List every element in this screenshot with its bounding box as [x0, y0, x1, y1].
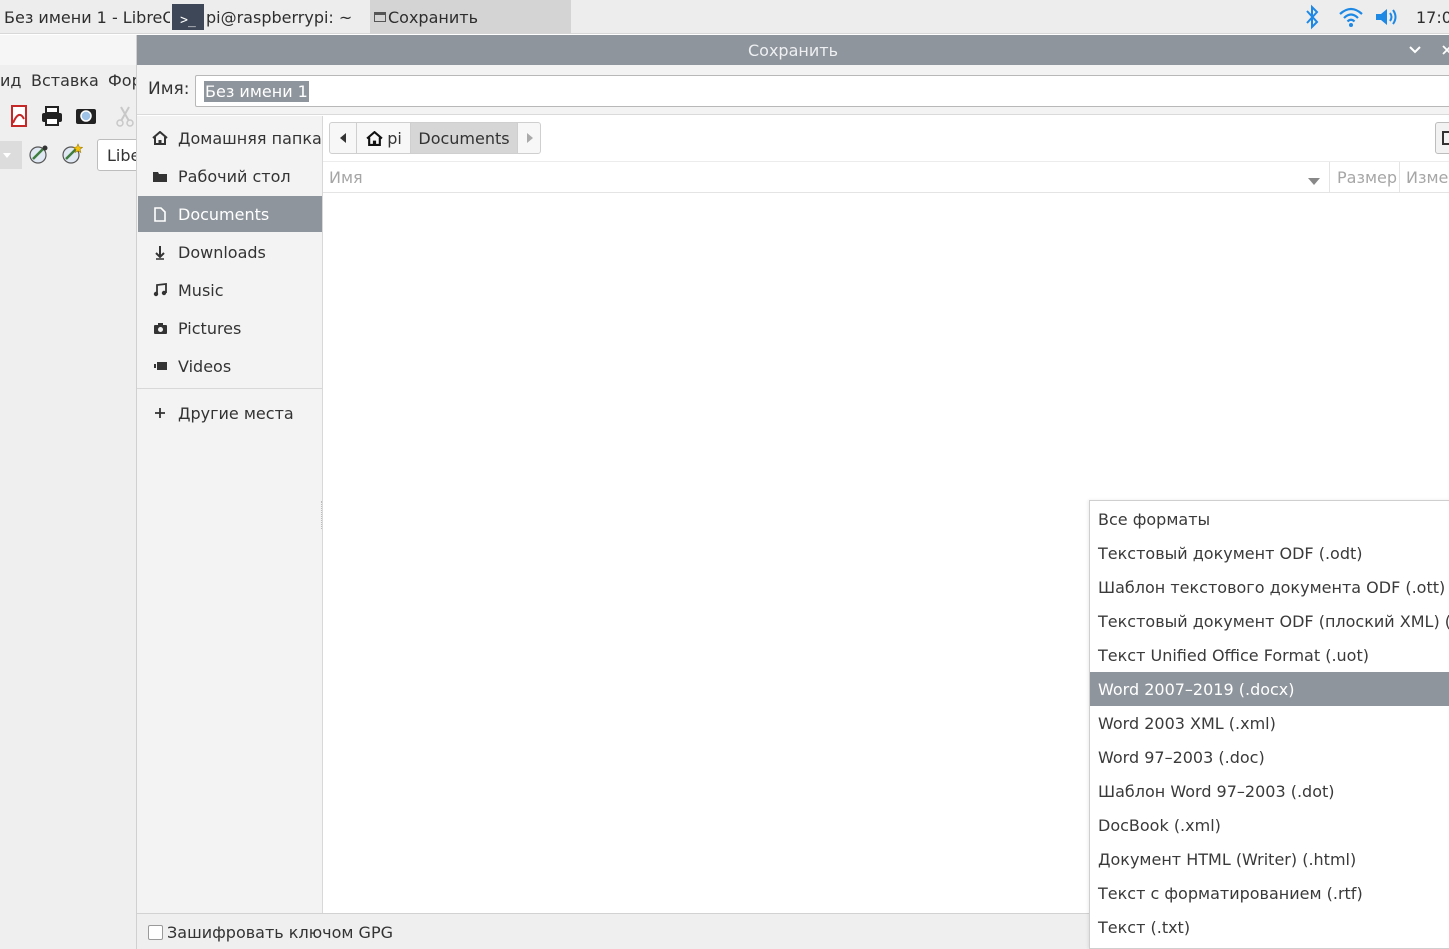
sidebar-item-videos[interactable]: Videos [138, 348, 322, 384]
format-option[interactable]: DocBook (.xml) [1090, 808, 1449, 842]
file-list-header: Имя Размер Измен [323, 161, 1449, 193]
home-icon [366, 130, 383, 146]
home-icon [152, 130, 168, 146]
taskbar-item-label: pi@raspberrypi: ~ [206, 7, 353, 27]
sidebar-item-label: Другие места [178, 403, 294, 423]
path-home-label: pi [387, 128, 402, 148]
menu-item-insert[interactable]: Вставка [31, 71, 99, 90]
sidebar-item-home[interactable]: Домашняя папка [138, 120, 322, 156]
column-header-modified[interactable]: Измен [1399, 162, 1449, 193]
document-icon [152, 206, 168, 222]
print-preview-icon[interactable] [74, 104, 98, 128]
terminal-icon: >_ [172, 4, 204, 30]
folder-icon [152, 168, 168, 184]
sidebar-item-music[interactable]: Music [138, 272, 322, 308]
filename-value: Без имени 1 [204, 81, 309, 102]
column-header-name[interactable]: Имя [329, 168, 363, 187]
sort-descending-icon[interactable] [1308, 171, 1320, 190]
filename-row: Имя: Без имени 1 [137, 65, 1449, 115]
chevron-down-icon[interactable] [0, 141, 22, 169]
sidebar-item-label: Домашняя папка [178, 128, 322, 148]
new-folder-icon [1442, 131, 1449, 145]
path-bar: pi Documents [329, 122, 541, 154]
taskbar-item-libreoffice[interactable]: Без имени 1 - LibreOf... [0, 0, 170, 34]
format-option[interactable]: Текстовый документ ODF (плоский XML) (.f… [1090, 604, 1449, 638]
format-option[interactable]: Шаблон текстового документа ODF (.ott) [1090, 570, 1449, 604]
sidebar-item-label: Рабочий стол [178, 166, 291, 186]
sidebar-item-label: Videos [178, 356, 232, 376]
download-icon [152, 244, 168, 260]
taskbar-item-save-dialog[interactable]: Сохранить [370, 0, 571, 34]
gpg-encrypt-label[interactable]: Зашифровать ключом GPG [167, 923, 393, 942]
taskbar-item-label: Сохранить [388, 7, 478, 27]
update-style-icon[interactable] [27, 142, 51, 166]
dialog-title-bar[interactable]: Сохранить [137, 35, 1449, 65]
sidebar-item-label: Pictures [178, 318, 242, 338]
path-forward-button[interactable] [517, 123, 540, 153]
path-home-button[interactable]: pi [358, 123, 411, 153]
format-option[interactable]: Текст с форматированием (.rtf) [1090, 876, 1449, 910]
new-style-icon[interactable] [60, 142, 84, 166]
close-icon[interactable] [1437, 35, 1449, 65]
video-icon [152, 358, 168, 374]
paragraph-style-box[interactable]: Libe [97, 139, 136, 171]
filename-input[interactable]: Без имени 1 [195, 75, 1449, 107]
sidebar-item-pictures[interactable]: Pictures [138, 310, 322, 346]
places-sidebar: Домашняя папка Рабочий стол Documents Do… [137, 116, 323, 913]
sidebar-item-other-places[interactable]: Другие места [138, 395, 322, 431]
format-option[interactable]: Все форматы [1090, 502, 1449, 536]
cut-icon[interactable] [114, 104, 136, 128]
menu-item-format[interactable]: Фор [108, 71, 136, 90]
wifi-icon[interactable] [1336, 0, 1366, 34]
format-option[interactable]: Текстовый документ ODF (.odt) [1090, 536, 1449, 570]
menu-item-view[interactable]: ид [0, 71, 21, 90]
format-option[interactable]: Word 97–2003 (.doc) [1090, 740, 1449, 774]
camera-icon [152, 320, 168, 336]
path-back-button[interactable] [330, 123, 357, 153]
background-writer-window: ид Вставка Фор Libe [0, 35, 137, 949]
format-option-selected[interactable]: Word 2007–2019 (.docx) [1090, 672, 1449, 706]
new-folder-button[interactable] [1435, 122, 1449, 154]
format-option[interactable]: Текст (.txt) [1090, 910, 1449, 944]
taskbar-item-terminal[interactable]: >_ pi@raspberrypi: ~ [172, 0, 368, 34]
pane-resize-handle[interactable] [321, 501, 324, 529]
column-header-size[interactable]: Размер [1329, 162, 1397, 193]
clock[interactable]: 17:0 [1416, 0, 1449, 34]
path-current-label: Documents [418, 128, 510, 148]
plus-icon [152, 405, 168, 421]
folder-icon [374, 12, 386, 22]
filename-label: Имя: [148, 79, 190, 99]
gpg-encrypt-checkbox[interactable] [148, 925, 163, 940]
menu-bar: ид Вставка Фор [0, 71, 136, 95]
sidebar-item-downloads[interactable]: Downloads [138, 234, 322, 270]
sidebar-item-desktop[interactable]: Рабочий стол [138, 158, 322, 194]
format-option[interactable]: Текст Unified Office Format (.uot) [1090, 638, 1449, 672]
dialog-title: Сохранить [748, 40, 838, 60]
taskbar: Без имени 1 - LibreOf... >_ pi@raspberry… [0, 0, 1449, 34]
file-type-dropdown-list: Все форматы Текстовый документ ODF (.odt… [1089, 500, 1449, 949]
volume-icon[interactable] [1372, 0, 1404, 34]
export-pdf-icon[interactable] [8, 104, 30, 128]
print-icon[interactable] [40, 104, 64, 128]
chevron-down-icon[interactable] [1405, 35, 1425, 65]
format-option[interactable]: Шаблон Word 97–2003 (.dot) [1090, 774, 1449, 808]
sidebar-item-label: Downloads [178, 242, 266, 262]
path-documents-button[interactable]: Documents [411, 123, 517, 153]
bluetooth-icon[interactable] [1298, 0, 1326, 34]
sidebar-item-documents[interactable]: Documents [138, 196, 322, 232]
sidebar-item-label: Documents [178, 204, 270, 224]
sidebar-separator [137, 388, 323, 389]
sidebar-item-label: Music [178, 280, 224, 300]
music-icon [152, 282, 168, 298]
format-option[interactable]: Документ HTML (Writer) (.html) [1090, 842, 1449, 876]
format-option[interactable]: Word 2003 XML (.xml) [1090, 706, 1449, 740]
taskbar-item-label: Без имени 1 - LibreOf... [4, 7, 170, 27]
